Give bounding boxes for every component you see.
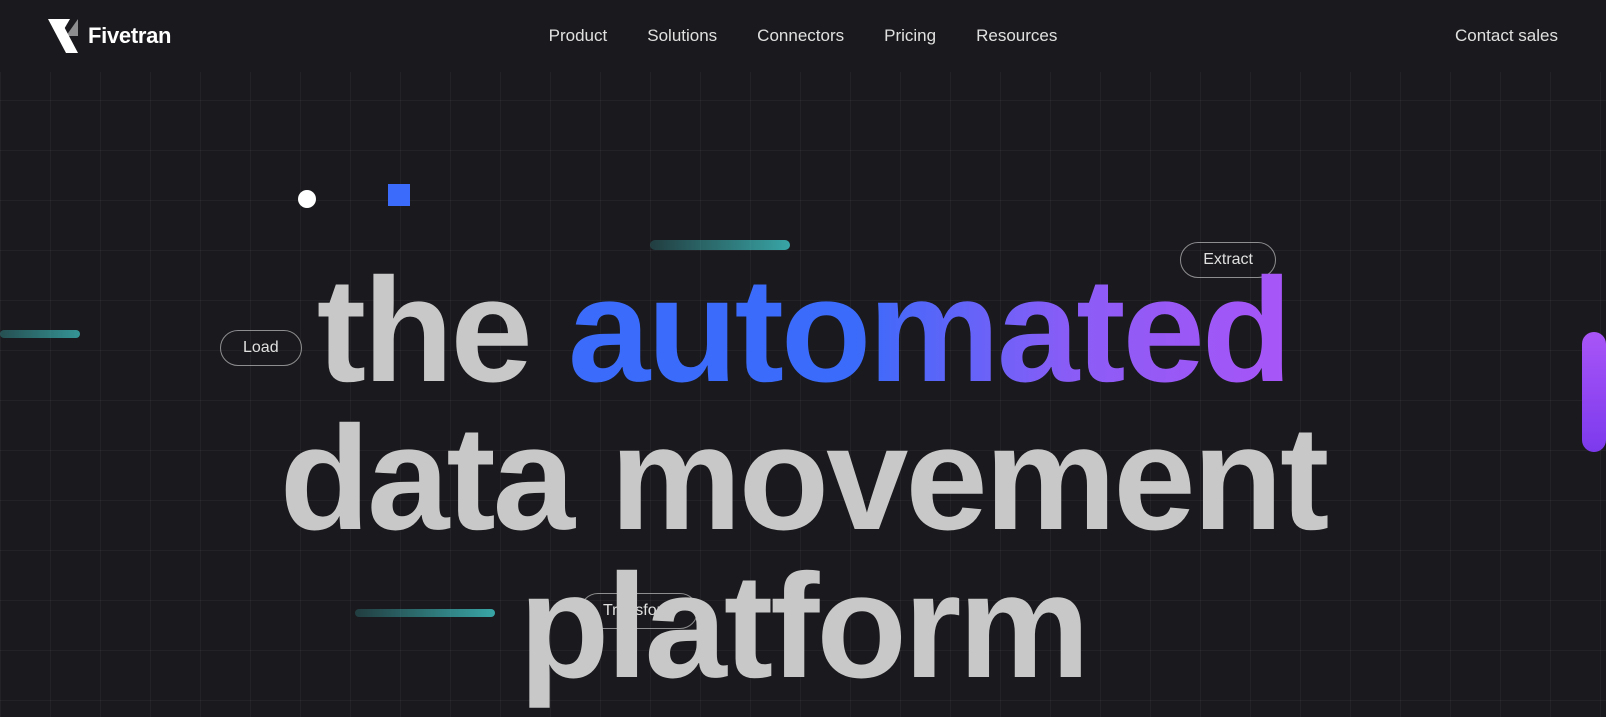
headline-automated: automated <box>568 248 1289 413</box>
nav-solutions[interactable]: Solutions <box>647 26 717 46</box>
blue-square-decoration <box>388 184 410 206</box>
headline-line2: data movement <box>280 405 1327 553</box>
headline-the: the <box>317 248 568 413</box>
nav-resources[interactable]: Resources <box>976 26 1057 46</box>
hero-heading: the automated data movement platform <box>280 257 1327 701</box>
nav-product[interactable]: Product <box>549 26 608 46</box>
white-dot-decoration <box>298 190 316 208</box>
nav-connectors[interactable]: Connectors <box>757 26 844 46</box>
logo-text: Fivetran <box>88 23 171 49</box>
logo[interactable]: Fivetran <box>48 19 171 53</box>
teal-pill-left <box>0 330 80 338</box>
contact-sales-link[interactable]: Contact sales <box>1455 26 1558 46</box>
navbar: Fivetran Product Solutions Connectors Pr… <box>0 0 1606 72</box>
headline-line1: the automated <box>280 257 1327 405</box>
hero-section: Extract Load Transform the automated dat… <box>0 72 1606 717</box>
purple-pill-right <box>1582 332 1606 452</box>
nav-pricing[interactable]: Pricing <box>884 26 936 46</box>
logo-icon <box>48 19 78 53</box>
nav-links: Product Solutions Connectors Pricing Res… <box>549 26 1058 46</box>
headline-line3: platform <box>280 553 1327 701</box>
